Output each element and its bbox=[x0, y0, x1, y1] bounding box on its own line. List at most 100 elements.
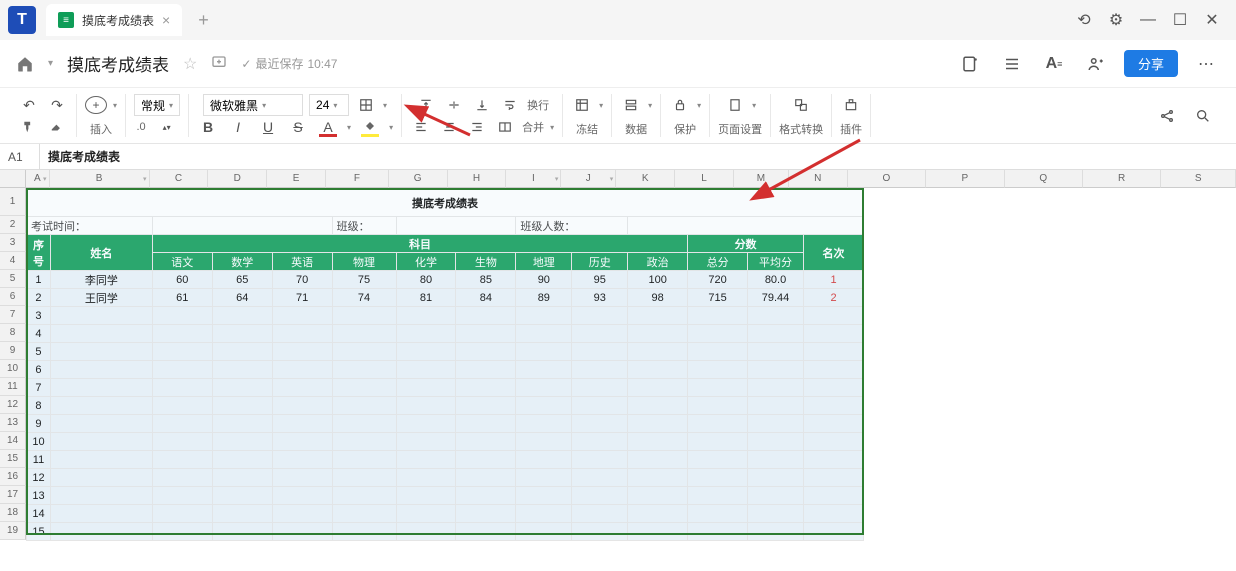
format-painter-icon[interactable] bbox=[18, 116, 40, 138]
decimal-label[interactable]: .0 bbox=[136, 121, 145, 133]
col-header-H[interactable]: H bbox=[448, 170, 507, 188]
home-icon[interactable] bbox=[16, 55, 34, 73]
column-headers[interactable]: A▾B▾CDEFGHI▾J▾KLMNOPQRS bbox=[26, 170, 1236, 188]
col-header-I[interactable]: I▾ bbox=[506, 170, 561, 188]
col-header-P[interactable]: P bbox=[926, 170, 1004, 188]
more-icon[interactable]: ⋯ bbox=[1192, 50, 1220, 78]
valign-top-icon[interactable] bbox=[415, 94, 437, 116]
chevron-down-icon[interactable]: ▾ bbox=[48, 58, 53, 69]
data-icon[interactable] bbox=[620, 94, 642, 116]
col-header-O[interactable]: O bbox=[848, 170, 926, 188]
link-share-icon[interactable] bbox=[1156, 105, 1178, 127]
col-header-E[interactable]: E bbox=[267, 170, 326, 188]
font-color-button[interactable]: A bbox=[317, 116, 339, 138]
font-size-dropdown[interactable]: 24▾ bbox=[309, 94, 349, 116]
row-header-3[interactable]: 3 bbox=[0, 234, 26, 252]
row-header-12[interactable]: 12 bbox=[0, 396, 26, 414]
row-header-17[interactable]: 17 bbox=[0, 486, 26, 504]
row-header-18[interactable]: 18 bbox=[0, 504, 26, 522]
valign-bottom-icon[interactable] bbox=[471, 94, 493, 116]
insert-label: 插入 bbox=[90, 121, 112, 137]
italic-button[interactable]: I bbox=[227, 116, 249, 138]
row-header-9[interactable]: 9 bbox=[0, 342, 26, 360]
col-header-J[interactable]: J▾ bbox=[561, 170, 616, 188]
insert-plus-icon[interactable]: + bbox=[85, 96, 107, 114]
align-left-icon[interactable] bbox=[410, 116, 432, 138]
row-header-16[interactable]: 16 bbox=[0, 468, 26, 486]
col-header-G[interactable]: G bbox=[389, 170, 448, 188]
wrap-icon[interactable] bbox=[499, 94, 521, 116]
text-format-icon[interactable]: A≡ bbox=[1040, 50, 1068, 78]
plugin-icon[interactable] bbox=[840, 94, 862, 116]
minimize-button[interactable]: — bbox=[1132, 4, 1164, 36]
col-header-Q[interactable]: Q bbox=[1005, 170, 1083, 188]
col-header-C[interactable]: C bbox=[150, 170, 209, 188]
row-header-6[interactable]: 6 bbox=[0, 288, 26, 306]
collaborator-icon[interactable] bbox=[1082, 50, 1110, 78]
star-icon[interactable]: ☆ bbox=[183, 54, 197, 74]
protect-icon[interactable] bbox=[669, 94, 691, 116]
row-header-5[interactable]: 5 bbox=[0, 270, 26, 288]
add-doc-icon[interactable] bbox=[956, 50, 984, 78]
tab-active[interactable]: ≡ 摸底考成绩表 × bbox=[46, 4, 182, 36]
close-icon[interactable]: × bbox=[162, 12, 170, 28]
number-format-dropdown[interactable]: 常规▾ bbox=[134, 94, 180, 116]
share-button[interactable]: 分享 bbox=[1124, 50, 1178, 77]
folder-plus-icon[interactable] bbox=[211, 53, 227, 74]
format-convert-icon[interactable] bbox=[790, 94, 812, 116]
doc-title: 摸底考成绩表 bbox=[67, 51, 169, 76]
col-header-D[interactable]: D bbox=[208, 170, 267, 188]
row-header-11[interactable]: 11 bbox=[0, 378, 26, 396]
row-header-13[interactable]: 13 bbox=[0, 414, 26, 432]
gear-icon[interactable]: ⚙ bbox=[1100, 4, 1132, 36]
spreadsheet-grid[interactable]: A▾B▾CDEFGHI▾J▾KLMNOPQRS 1234567891011121… bbox=[0, 170, 1236, 571]
merge-icon[interactable] bbox=[494, 116, 516, 138]
col-header-M[interactable]: M bbox=[734, 170, 789, 188]
row-header-15[interactable]: 15 bbox=[0, 450, 26, 468]
row-header-4[interactable]: 4 bbox=[0, 252, 26, 270]
row-header-10[interactable]: 10 bbox=[0, 360, 26, 378]
row-header-19[interactable]: 19 bbox=[0, 522, 26, 540]
app-logo: T bbox=[8, 6, 36, 34]
col-header-R[interactable]: R bbox=[1083, 170, 1161, 188]
find-icon[interactable] bbox=[1192, 105, 1214, 127]
valign-middle-icon[interactable] bbox=[443, 94, 465, 116]
redo-button[interactable]: ↷ bbox=[46, 94, 68, 116]
fill-color-button[interactable] bbox=[359, 116, 381, 138]
col-header-B[interactable]: B▾ bbox=[50, 170, 150, 188]
freeze-icon[interactable] bbox=[571, 94, 593, 116]
underline-button[interactable]: U bbox=[257, 116, 279, 138]
new-tab-button[interactable]: + bbox=[198, 10, 209, 31]
formula-bar[interactable]: 摸底考成绩表 bbox=[40, 148, 128, 165]
undo-button[interactable]: ↶ bbox=[18, 94, 40, 116]
col-header-S[interactable]: S bbox=[1161, 170, 1236, 188]
row-header-8[interactable]: 8 bbox=[0, 324, 26, 342]
sheet-area[interactable]: 摸底考成绩表考试时间：班级：班级人数：序号姓名科目分数名次语文数学英语物理化学生… bbox=[26, 188, 1236, 571]
row-header-14[interactable]: 14 bbox=[0, 432, 26, 450]
page-setup-icon[interactable] bbox=[724, 94, 746, 116]
col-header-A[interactable]: A▾ bbox=[26, 170, 50, 188]
select-all-corner[interactable] bbox=[0, 170, 26, 188]
row-header-1[interactable]: 1 bbox=[0, 188, 26, 216]
align-center-icon[interactable] bbox=[438, 116, 460, 138]
col-header-F[interactable]: F bbox=[326, 170, 389, 188]
sync-icon[interactable]: ⟲ bbox=[1068, 4, 1100, 36]
font-name-dropdown[interactable]: 微软雅黑▾ bbox=[203, 94, 303, 116]
decimal-arrows-icon[interactable]: ▴▾ bbox=[156, 116, 178, 138]
strikethrough-button[interactable]: S bbox=[287, 116, 309, 138]
col-header-N[interactable]: N bbox=[789, 170, 848, 188]
row-header-7[interactable]: 7 bbox=[0, 306, 26, 324]
align-right-icon[interactable] bbox=[466, 116, 488, 138]
cell-reference[interactable]: A1 bbox=[0, 144, 40, 169]
check-icon: ✓ bbox=[241, 57, 251, 71]
eraser-icon[interactable] bbox=[46, 116, 68, 138]
row-headers[interactable]: 12345678910111213141516171819 bbox=[0, 188, 26, 540]
maximize-button[interactable]: ☐ bbox=[1164, 4, 1196, 36]
col-header-K[interactable]: K bbox=[616, 170, 675, 188]
row-header-2[interactable]: 2 bbox=[0, 216, 26, 234]
col-header-L[interactable]: L bbox=[675, 170, 734, 188]
list-icon[interactable] bbox=[998, 50, 1026, 78]
border-icon[interactable] bbox=[355, 94, 377, 116]
close-button[interactable]: ✕ bbox=[1196, 4, 1228, 36]
bold-button[interactable]: B bbox=[197, 116, 219, 138]
